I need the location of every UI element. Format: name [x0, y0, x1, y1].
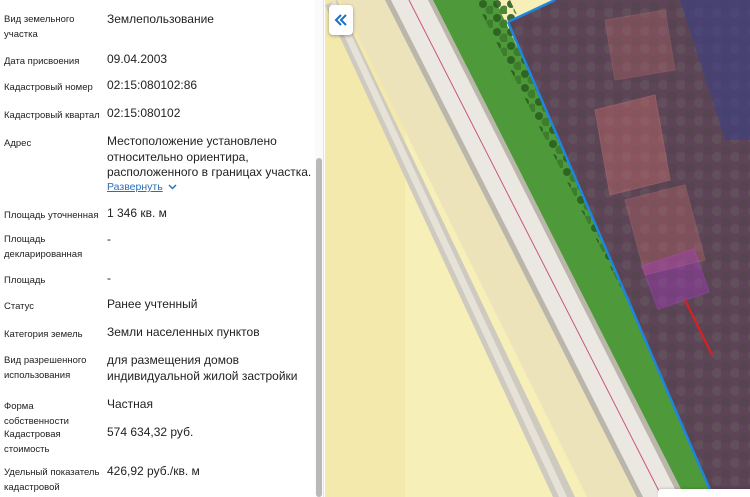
area-value: - [107, 271, 111, 285]
permitted-use-value: для размещения домов индивидуальной жило… [107, 353, 298, 383]
cadastral-cost-label: Кадастровая стоимость [4, 429, 61, 455]
cadastral-number-label: Кадастровый номер [4, 82, 93, 93]
address-expand-label: Развернуть [107, 181, 163, 193]
permitted-use-label: Вид разрешенного использования [4, 355, 87, 381]
area-refined-value: 1 346 кв. м [107, 206, 167, 220]
cadastral-cost-value: 574 634,32 руб. [107, 425, 194, 439]
area-label: Площадь [4, 275, 46, 286]
cadastral-block-value[interactable]: 02:15:080102 [107, 106, 312, 122]
cadastral-block-label: Кадастровый квартал [4, 110, 100, 121]
specific-indicator-label: Удельный показатель кадастровой [4, 467, 100, 493]
cadastral-number-value[interactable]: 02:15:080102:86 [107, 78, 312, 94]
address-label: Адрес [4, 138, 32, 149]
collapse-panel-button[interactable] [329, 5, 353, 35]
scrollbar-thumb[interactable] [316, 158, 322, 497]
status-label: Статус [4, 301, 35, 312]
address-value: Местоположение установлено относительно … [107, 134, 312, 179]
cadastral-map[interactable] [325, 0, 750, 497]
status-value: Ранее учтенный [107, 297, 198, 311]
plot-kind-label: Вид земельного участка [4, 14, 75, 40]
parcel-outline-c [604, 9, 676, 81]
address-expand-link[interactable]: Развернуть [107, 181, 177, 193]
area-declared-label: Площадь декларированная [4, 234, 83, 260]
land-category-value: Земли населенных пунктов [107, 325, 260, 339]
ownership-label: Форма собственности [4, 401, 69, 427]
assign-date-label: Дата присвоения [4, 56, 80, 67]
map-bottom-bar [658, 489, 750, 497]
map-layers [325, 0, 750, 497]
double-chevron-left-icon [334, 14, 347, 26]
parcel-details-panel: Вид земельного участка Землепользование … [0, 0, 324, 497]
land-category-label: Категория земель [4, 329, 83, 340]
specific-indicator-value: 426,92 руб./кв. м [107, 464, 200, 478]
ownership-value: Частная [107, 397, 153, 411]
assign-date-value: 09.04.2003 [107, 52, 168, 66]
chevron-down-icon [168, 184, 177, 190]
plot-kind-value: Землепользование [107, 12, 214, 26]
area-declared-value: - [107, 232, 111, 246]
area-refined-label: Площадь уточненная [4, 210, 99, 221]
